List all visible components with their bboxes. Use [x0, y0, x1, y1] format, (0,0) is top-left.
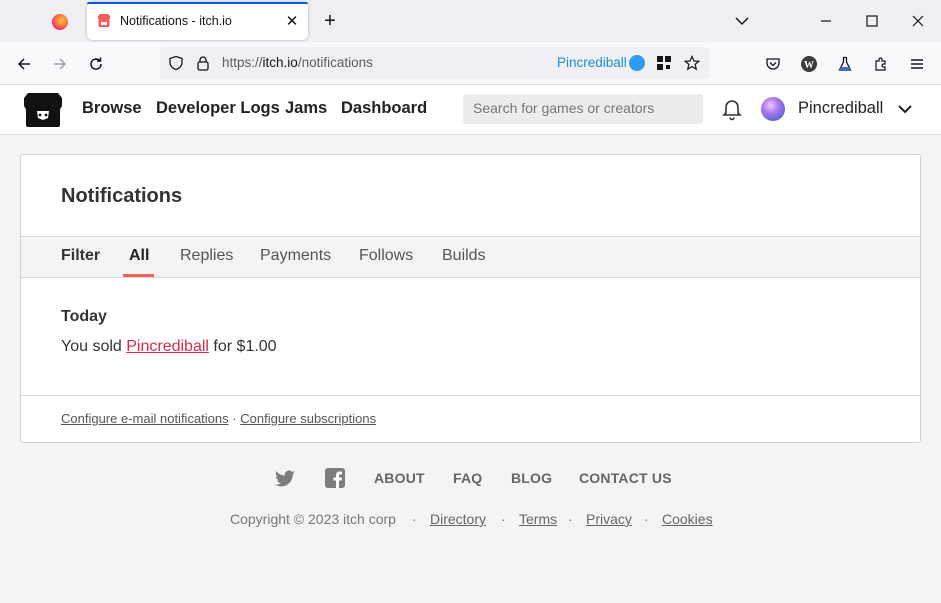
filter-bar: Filter All Replies Payments Follows Buil…: [21, 236, 920, 278]
footer-about-link[interactable]: ABOUT: [374, 470, 425, 486]
nav-jams[interactable]: Jams: [285, 99, 327, 118]
day-header: Today: [61, 308, 107, 325]
shield-icon[interactable]: [168, 55, 184, 71]
svg-text:W: W: [804, 60, 814, 71]
minimize-icon[interactable]: [812, 8, 840, 34]
new-tab-icon[interactable]: +: [318, 10, 342, 34]
tab-all[interactable]: All: [129, 247, 149, 265]
tab-builds[interactable]: Builds: [442, 247, 486, 265]
footer-contact-link[interactable]: CONTACT US: [579, 470, 672, 486]
pocket-icon[interactable]: [761, 52, 785, 76]
nav-developer-logs[interactable]: Developer Logs: [156, 99, 280, 118]
facebook-icon[interactable]: [324, 467, 346, 489]
filter-label: Filter: [61, 247, 101, 264]
itch-logo-icon[interactable]: [23, 92, 63, 128]
nav-browse[interactable]: Browse: [82, 99, 142, 118]
cookies-link[interactable]: Cookies: [662, 511, 713, 527]
maximize-icon[interactable]: [858, 8, 886, 34]
active-tab-indicator: [123, 274, 154, 277]
back-arrow-icon[interactable]: [12, 52, 36, 76]
lock-icon[interactable]: [195, 55, 211, 71]
bell-icon[interactable]: [721, 97, 743, 121]
terms-link[interactable]: Terms: [519, 511, 557, 527]
footer-links: ABOUT FAQ BLOG CONTACT US: [0, 467, 941, 491]
tab-title: Notifications - itch.io: [120, 14, 232, 28]
firefox-icon: [52, 14, 68, 30]
copyright-text: Copyright © 2023 itch corp: [230, 511, 396, 527]
flask-extension-icon[interactable]: [833, 52, 857, 76]
url-account-chip[interactable]: Pincrediball: [557, 55, 627, 70]
config-links: Configure e-mail notifications · Configu…: [61, 411, 376, 426]
firefox-view-button[interactable]: [40, 8, 80, 36]
browser-navbar: https://itch.io/notifications Pincrediba…: [0, 42, 941, 85]
notification-prefix: You sold: [61, 338, 122, 355]
star-bookmark-icon[interactable]: [684, 55, 700, 71]
privacy-link[interactable]: Privacy: [586, 511, 632, 527]
url-bar[interactable]: https://itch.io/notifications Pincrediba…: [160, 47, 709, 79]
browser-tab[interactable]: Notifications - itch.io ✕: [87, 2, 308, 40]
reload-icon[interactable]: [84, 52, 108, 76]
chevron-down-icon[interactable]: [732, 13, 752, 29]
close-window-icon[interactable]: [904, 8, 932, 34]
site-header: Browse Developer Logs Jams Dashboard Sea…: [0, 85, 941, 135]
footer-blog-link[interactable]: BLOG: [511, 470, 552, 486]
qr-code-icon[interactable]: [656, 55, 672, 71]
url-host: itch.io: [262, 55, 298, 70]
url-scheme: https://: [222, 55, 263, 70]
twitter-icon[interactable]: [274, 468, 296, 490]
notification-suffix: for $1.00: [213, 338, 277, 355]
browser-tab-strip: Notifications - itch.io ✕ +: [0, 0, 941, 42]
separator: ·: [501, 511, 506, 527]
list-item: You sold Pincrediball for $1.00: [61, 338, 277, 356]
forward-arrow-icon[interactable]: [48, 52, 72, 76]
configure-subscriptions-link[interactable]: Configure subscriptions: [240, 411, 376, 426]
configure-email-link[interactable]: Configure e-mail notifications: [61, 411, 229, 426]
url-text[interactable]: https://itch.io/notifications: [222, 55, 373, 70]
separator: ·: [644, 511, 649, 527]
status-dot-icon: [629, 55, 645, 71]
tab-replies[interactable]: Replies: [180, 247, 233, 265]
page-title: Notifications: [61, 185, 183, 207]
directory-link[interactable]: Directory: [430, 511, 486, 527]
url-path: /notifications: [297, 55, 373, 70]
nav-dashboard[interactable]: Dashboard: [341, 99, 427, 118]
tab-payments[interactable]: Payments: [260, 247, 331, 265]
username[interactable]: Pincrediball: [798, 99, 883, 118]
site-search-input[interactable]: Search for games or creators: [463, 94, 703, 124]
separator: ·: [412, 511, 417, 527]
avatar[interactable]: [761, 97, 785, 121]
close-tab-icon[interactable]: ✕: [280, 12, 304, 30]
puzzle-extensions-icon[interactable]: [869, 52, 893, 76]
itch-favicon-icon: [98, 14, 110, 27]
game-link[interactable]: Pincrediball: [126, 338, 209, 355]
chevron-down-icon[interactable]: [897, 101, 913, 117]
separator: ·: [568, 511, 573, 527]
card-divider: [21, 395, 920, 396]
hamburger-menu-icon[interactable]: [905, 52, 929, 76]
tab-follows[interactable]: Follows: [359, 247, 413, 265]
footer-faq-link[interactable]: FAQ: [453, 470, 482, 486]
notifications-card: Notifications Filter All Replies Payment…: [20, 154, 921, 443]
separator: ·: [232, 411, 237, 426]
wordpress-extension-icon[interactable]: W: [797, 52, 821, 76]
